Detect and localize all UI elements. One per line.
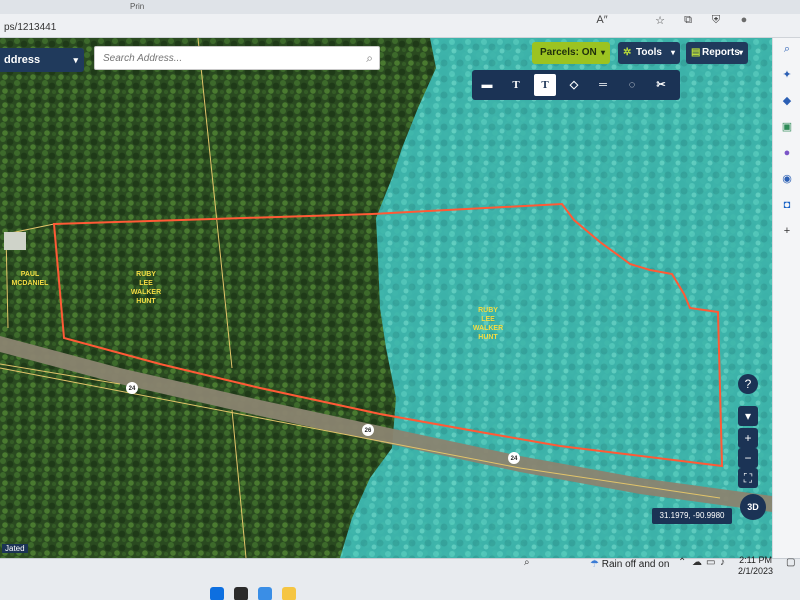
zoom-in-button[interactable]: + <box>738 428 758 448</box>
text-box-tool-icon[interactable]: T <box>534 74 556 96</box>
line-tool-icon[interactable]: ═ <box>592 74 614 96</box>
address-dropdown-label: ddress <box>4 54 41 66</box>
search-icon[interactable]: ⌕ <box>780 42 794 56</box>
start-icon[interactable] <box>210 587 224 600</box>
help-button[interactable]: ? <box>738 374 758 394</box>
weather-icon: ☂ <box>590 559 602 570</box>
chevron-up-icon[interactable]: ⌃ <box>678 557 686 568</box>
collections-icon[interactable]: ⧉ <box>680 14 696 27</box>
road-shield-26: 26 <box>365 428 372 434</box>
chevron-down-icon: ▾ <box>73 55 78 65</box>
tab-strip: Prin <box>0 0 800 14</box>
clock[interactable]: 2:11 PM 2/1/2023 <box>738 555 773 577</box>
taskbar: ⌕ ☂ Rain off and on ⌃ ☁ ▭ ♪ 2:11 PM 2/1/… <box>0 555 800 600</box>
notification-icon[interactable]: ▢ <box>786 557 795 568</box>
chevron-down-icon: ▾ <box>670 48 675 57</box>
weather-text: Rain off and on <box>601 559 670 570</box>
road-shield-24-west: 24 <box>129 386 136 392</box>
chevron-down-icon: ▾ <box>738 48 743 57</box>
cloud-icon[interactable]: ☁ <box>692 557 702 568</box>
weather-widget[interactable]: ☂ Rain off and on <box>590 559 669 570</box>
battery-icon[interactable]: ▭ <box>706 557 715 568</box>
clock-time: 2:11 PM <box>739 555 772 565</box>
clock-date: 2/1/2023 <box>738 566 774 576</box>
owner-label-lee-west: LEE <box>139 280 153 287</box>
briefcase-icon[interactable]: ▣ <box>780 120 794 134</box>
owner-label-paul: PAUL <box>21 271 40 278</box>
favorites-icon[interactable]: ☆ <box>652 14 668 27</box>
map-viewport[interactable]: PAUL MCDANIEL RUBY LEE WALKER HUNT RUBY … <box>0 38 772 558</box>
search-box[interactable]: ⌕ <box>94 46 380 70</box>
add-icon[interactable]: + <box>780 224 794 238</box>
office-icon[interactable]: ◉ <box>780 172 794 186</box>
owner-label-hunt-east: HUNT <box>478 334 498 341</box>
address-bar-url[interactable]: ps/1213441 <box>4 22 56 33</box>
browser-bar: Prin ps/1213441 A″ ☆ ⧉ ⛨ ● <box>0 0 800 38</box>
outlook-icon[interactable]: ◘ <box>780 198 794 212</box>
shield-icon[interactable]: ⛨ <box>708 14 724 27</box>
browser-sidebar: ⌕ ✦ ◆ ▣ ● ◉ ◘ + <box>772 38 800 558</box>
owner-label-walker-west: WALKER <box>131 289 161 296</box>
text-tool-icon[interactable]: T <box>505 74 527 96</box>
circle-tool-icon[interactable]: ◌ <box>621 74 643 96</box>
search-icon[interactable]: ⌕ <box>366 51 373 66</box>
scissors-icon[interactable]: ✂ <box>650 74 672 96</box>
report-icon: ▤ <box>691 47 701 58</box>
profile-icon[interactable]: ● <box>736 14 752 26</box>
reports-button[interactable]: ▤ Reports ▾ <box>686 42 748 64</box>
imagery-tool-icon[interactable]: ▬ <box>476 74 498 96</box>
tools-button[interactable]: ✲ Tools ▾ <box>618 42 680 64</box>
fullscreen-icon[interactable]: ⛶ <box>738 468 758 488</box>
drawing-toolbar: ▬ T T ◇ ═ ◌ ✂ <box>472 70 680 100</box>
speaker-icon[interactable]: ♪ <box>720 557 725 568</box>
search-icon[interactable]: ⌕ <box>524 557 530 568</box>
house <box>4 232 26 250</box>
search-taskbar-icon[interactable] <box>234 587 248 600</box>
address-dropdown[interactable]: ddress ▾ <box>0 48 84 72</box>
tab-label[interactable]: Prin <box>130 2 144 12</box>
edge-icon[interactable] <box>258 587 272 600</box>
polygon-tool-icon[interactable]: ◇ <box>563 74 585 96</box>
coordinates-readout: 31.1979, -90.9980 <box>652 508 732 524</box>
file-explorer-icon[interactable] <box>282 587 296 600</box>
owner-label-mcdaniel: MCDANIEL <box>12 280 50 287</box>
read-aloud-icon[interactable]: A″ <box>594 14 610 26</box>
map-canvas[interactable]: PAUL MCDANIEL RUBY LEE WALKER HUNT RUBY … <box>0 38 772 558</box>
owner-label-ruby-west: RUBY <box>136 271 156 278</box>
owner-label-walker-east: WALKER <box>473 325 503 332</box>
owner-label-ruby-east: RUBY <box>478 307 498 314</box>
layers-button[interactable]: ▾ <box>738 406 758 426</box>
games-icon[interactable]: ● <box>780 146 794 160</box>
3d-view-button[interactable]: 3D <box>740 494 766 520</box>
tag-icon[interactable]: ◆ <box>780 94 794 108</box>
reports-button-label: Reports <box>702 47 740 58</box>
owner-label-hunt-west: HUNT <box>136 298 156 305</box>
owner-label-lee-east: LEE <box>481 316 495 323</box>
parcels-toggle-button[interactable]: Parcels: ON ▾ <box>532 42 610 64</box>
zoom-out-button[interactable]: − <box>738 448 758 468</box>
map-status-tag: Jated <box>2 544 28 553</box>
tools-button-label: Tools <box>636 47 662 58</box>
parcels-toggle-label: Parcels: ON <box>540 47 597 58</box>
sparkle-icon[interactable]: ✦ <box>780 68 794 82</box>
search-input[interactable] <box>95 47 345 69</box>
gear-icon: ✲ <box>623 47 632 58</box>
road-shield-24-east: 24 <box>511 456 518 462</box>
chevron-down-icon: ▾ <box>600 48 605 57</box>
